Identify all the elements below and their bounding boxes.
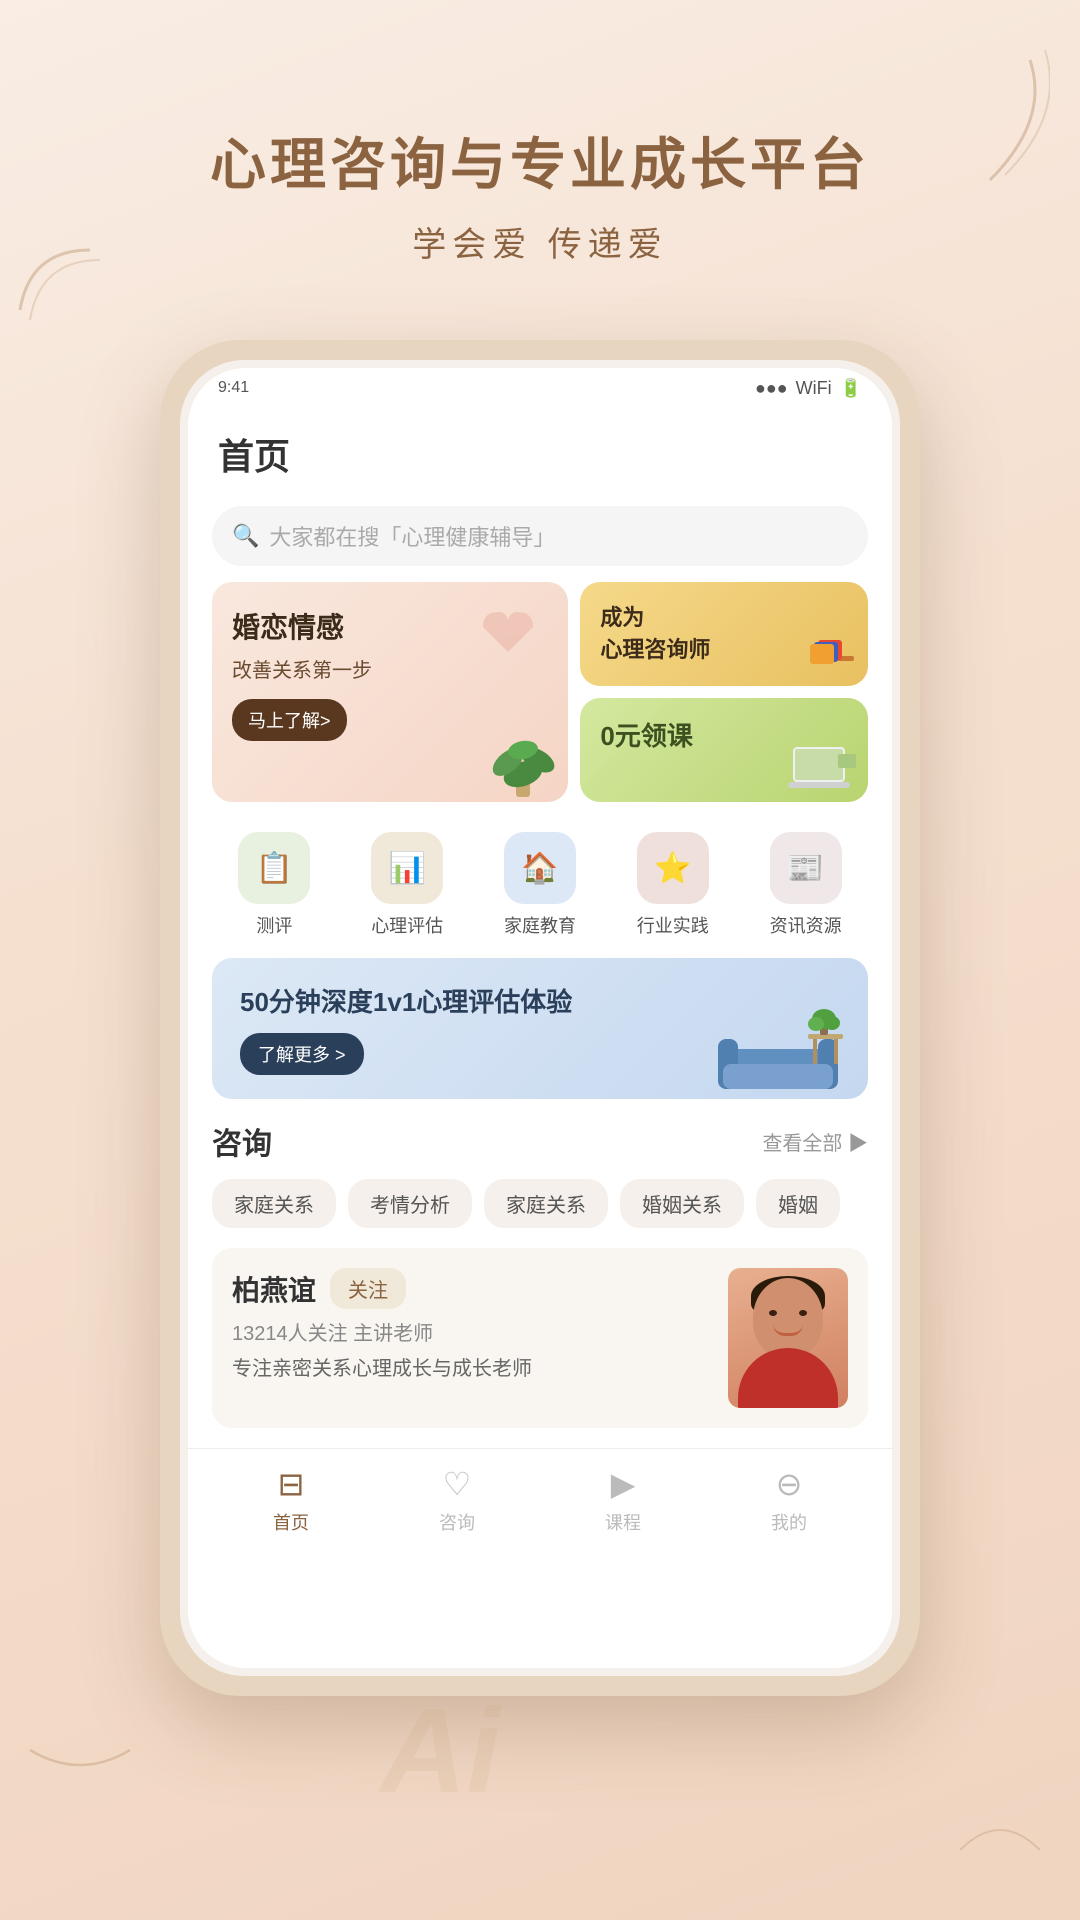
industry-label: 行业实践 xyxy=(637,912,709,938)
top-navigation: 首页 xyxy=(188,408,892,490)
psych-eval-label: 心理评估 xyxy=(371,912,443,938)
icon-news[interactable]: 📰 资讯资源 xyxy=(770,832,842,938)
view-all-link[interactable]: 查看全部 ▶ xyxy=(762,1127,868,1156)
banner-left-button[interactable]: 马上了解> xyxy=(232,699,347,741)
home-icon: ⊟ xyxy=(278,1465,305,1503)
news-icon: 📰 xyxy=(770,832,842,904)
blue-banner-button[interactable]: 了解更多 > xyxy=(240,1033,364,1075)
search-icon: 🔍 xyxy=(232,523,259,549)
consultant-name-row: 柏燕谊 关注 xyxy=(232,1268,712,1309)
app-content: 9:41 ●●● WiFi 🔋 首页 🔍 大家都在搜「心理健康辅导」 xyxy=(188,368,892,1668)
consultation-section-title: 咨询 xyxy=(212,1119,272,1163)
status-bar: 9:41 ●●● WiFi 🔋 xyxy=(188,368,892,408)
search-input[interactable]: 大家都在搜「心理健康辅导」 xyxy=(269,520,555,552)
consultant-name: 柏燕谊 xyxy=(232,1269,316,1309)
tag-row: 家庭关系 考情分析 家庭关系 婚姻关系 婚姻 xyxy=(188,1179,892,1228)
consultant-stats: 13214人关注 主讲老师 xyxy=(232,1317,712,1346)
icon-psych-eval[interactable]: 📊 心理评估 xyxy=(371,832,443,938)
icon-family-edu[interactable]: 🏠 家庭教育 xyxy=(504,832,576,938)
industry-icon: ⭐ xyxy=(637,832,709,904)
sub-tagline: 学会爱 传递爱 xyxy=(0,217,1080,266)
banner-become-counselor[interactable]: 成为 心理咨询师 xyxy=(580,582,868,686)
page-title: 首页 xyxy=(218,428,862,480)
nav-consult[interactable]: ♡ 咨询 xyxy=(439,1465,475,1535)
nav-home[interactable]: ⊟ 首页 xyxy=(273,1465,309,1535)
icon-industry[interactable]: ⭐ 行业实践 xyxy=(637,832,709,938)
phone-mockup: 9:41 ●●● WiFi 🔋 首页 🔍 大家都在搜「心理健康辅导」 xyxy=(160,340,920,1696)
nav-home-label: 首页 xyxy=(273,1509,309,1535)
profile-icon: ⊖ xyxy=(776,1465,803,1503)
icon-grid: 📋 测评 📊 心理评估 🏠 家庭教育 ⭐ 行业实践 xyxy=(188,822,892,958)
family-edu-icon: 🏠 xyxy=(504,832,576,904)
bottom-navigation: ⊟ 首页 ♡ 咨询 ▶ 课程 ⊖ 我的 xyxy=(188,1448,892,1559)
nav-consult-label: 咨询 xyxy=(439,1509,475,1535)
assessment-icon: 📋 xyxy=(238,832,310,904)
tag-marriage2[interactable]: 婚姻 xyxy=(756,1179,840,1228)
phone-screen: 9:41 ●●● WiFi 🔋 首页 🔍 大家都在搜「心理健康辅导」 xyxy=(188,368,892,1668)
tag-family[interactable]: 家庭关系 xyxy=(212,1179,336,1228)
blue-promo-banner[interactable]: 50分钟深度1v1心理评估体验 了解更多 > xyxy=(212,958,868,1099)
psych-eval-icon: 📊 xyxy=(371,832,443,904)
nav-courses-label: 课程 xyxy=(605,1509,641,1535)
consultant-desc: 专注亲密关系心理成长与成长老师 xyxy=(232,1352,712,1381)
banner-marriage[interactable]: 婚恋情感 改善关系第一步 马上了解> xyxy=(212,582,568,802)
consultant-info: 柏燕谊 关注 13214人关注 主讲老师 专注亲密关系心理成长与成长老师 xyxy=(232,1268,712,1381)
consult-icon: ♡ xyxy=(443,1465,472,1503)
phone-inner: 9:41 ●●● WiFi 🔋 首页 🔍 大家都在搜「心理健康辅导」 xyxy=(180,360,900,1676)
main-tagline: 心理咨询与专业成长平台 xyxy=(0,120,1080,201)
follow-button[interactable]: 关注 xyxy=(330,1268,406,1309)
tag-family2[interactable]: 家庭关系 xyxy=(484,1179,608,1228)
banner-grid: 婚恋情感 改善关系第一步 马上了解> xyxy=(188,582,892,802)
courses-icon: ▶ xyxy=(611,1465,636,1503)
tag-marriage[interactable]: 婚姻关系 xyxy=(620,1179,744,1228)
consultant-avatar xyxy=(728,1268,848,1408)
consultation-section-header: 咨询 查看全部 ▶ xyxy=(188,1119,892,1163)
nav-profile[interactable]: ⊖ 我的 xyxy=(771,1465,807,1535)
nav-courses[interactable]: ▶ 课程 xyxy=(605,1465,641,1535)
family-edu-label: 家庭教育 xyxy=(504,912,576,938)
ai-watermark: Ai xyxy=(380,1682,500,1820)
banner-right-group: 成为 心理咨询师 0元领课 xyxy=(580,582,868,802)
banner-left-subtitle: 改善关系第一步 xyxy=(232,654,548,683)
search-bar[interactable]: 🔍 大家都在搜「心理健康辅导」 xyxy=(212,506,868,566)
nav-profile-label: 我的 xyxy=(771,1509,807,1535)
news-label: 资讯资源 xyxy=(770,912,842,938)
icon-assessment[interactable]: 📋 测评 xyxy=(238,832,310,938)
page-header: 心理咨询与专业成长平台 学会爱 传递爱 xyxy=(0,0,1080,266)
assessment-label: 测评 xyxy=(256,912,292,938)
banner-free-course[interactable]: 0元领课 xyxy=(580,698,868,802)
tag-exam[interactable]: 考情分析 xyxy=(348,1179,472,1228)
consultant-card[interactable]: 柏燕谊 关注 13214人关注 主讲老师 专注亲密关系心理成长与成长老师 xyxy=(212,1248,868,1428)
